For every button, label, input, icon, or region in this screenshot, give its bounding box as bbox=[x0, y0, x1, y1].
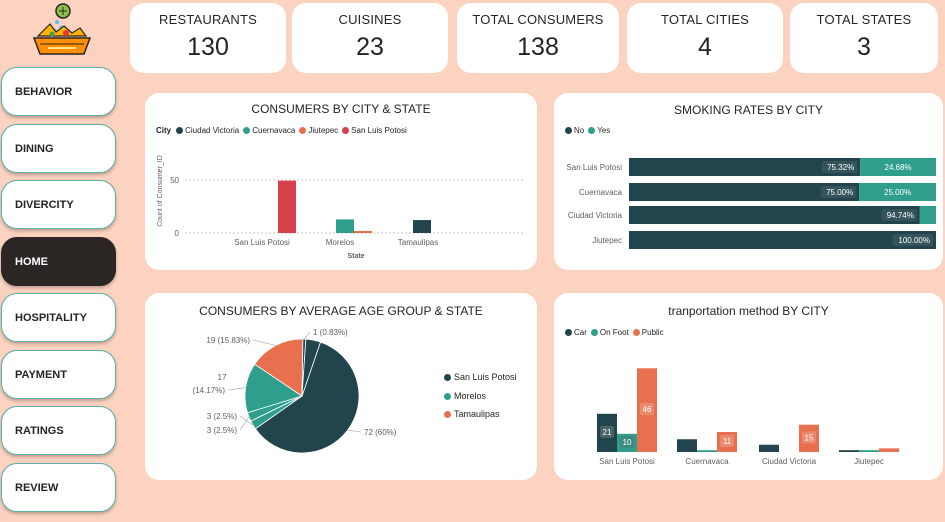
legend-item: Morelos bbox=[444, 391, 486, 401]
data-label: 94.74% bbox=[887, 211, 914, 220]
kpi-value: 138 bbox=[517, 33, 559, 61]
legend-label: Morelos bbox=[454, 391, 487, 401]
y-tick-label: Jiutepec bbox=[592, 236, 622, 245]
transport-bar-chart: San Luis Potosi 21 10 46 Cuernavaca 11 Ciudad … bbox=[597, 368, 899, 466]
nav-button-payment[interactable]: PAYMENT bbox=[1, 350, 116, 399]
bar-car[interactable] bbox=[759, 444, 779, 452]
data-label: 75.32% bbox=[827, 163, 854, 172]
bar-car[interactable] bbox=[839, 450, 859, 452]
kpi-label: CUISINES bbox=[338, 12, 402, 27]
nav-button-dining[interactable]: DINING bbox=[1, 124, 116, 173]
bar-on-foot[interactable] bbox=[859, 450, 879, 452]
x-tick-label: Cuernavaca bbox=[685, 457, 729, 466]
x-tick-label: Ciudad Victoria bbox=[762, 457, 817, 466]
leader-line bbox=[304, 331, 311, 340]
chart-card-age: CONSUMERS BY AVERAGE AGE GROUP & STATE 7… bbox=[145, 293, 537, 480]
nav-button-divercity[interactable]: DIVERCITY bbox=[1, 180, 116, 229]
y-tick-label: 0 bbox=[175, 229, 180, 238]
data-label: 15 bbox=[805, 433, 814, 442]
kpi-card-cuisines: CUISINES 23 bbox=[292, 3, 448, 73]
kpi-label: RESTAURANTS bbox=[158, 12, 258, 27]
data-label: 3 (2.5%) bbox=[207, 412, 238, 421]
legend-item: San Luis Potosi bbox=[444, 372, 517, 382]
nav-button-ratings[interactable]: RATINGS bbox=[1, 406, 116, 455]
data-label: 75.00% bbox=[826, 188, 853, 197]
legend-dot-morelos bbox=[444, 392, 451, 400]
x-tick-label: Tamaulipas bbox=[398, 238, 438, 247]
kpi-value: 3 bbox=[857, 33, 871, 61]
bar-no[interactable] bbox=[629, 231, 936, 249]
data-label: 100.00% bbox=[898, 236, 930, 245]
kpi-card-total-states: TOTAL STATES 3 bbox=[790, 3, 938, 73]
legend-label: Tamaulipas bbox=[454, 409, 500, 419]
nav-button-hospitality[interactable]: HOSPITALITY bbox=[1, 293, 116, 342]
chart-card-transport: tranportation method BY CITY Car On Foot… bbox=[554, 293, 943, 480]
nav-label: HOME bbox=[15, 255, 48, 268]
data-label: 25.00% bbox=[884, 188, 911, 197]
nav-label: REVIEW bbox=[15, 481, 59, 494]
bar-yes[interactable] bbox=[919, 206, 936, 224]
y-tick-label: 50 bbox=[170, 176, 179, 185]
y-tick-label: San Luis Potosi bbox=[566, 163, 622, 172]
x-tick-label: San Luis Potosi bbox=[234, 238, 290, 247]
data-label: 11 bbox=[723, 437, 732, 446]
data-label: 1 (0.83%) bbox=[313, 328, 348, 337]
bar-jiutepec[interactable] bbox=[354, 230, 372, 233]
kpi-label: TOTAL CONSUMERS bbox=[472, 12, 604, 27]
nav-label: DINING bbox=[15, 142, 54, 155]
data-label: 46 bbox=[643, 405, 652, 414]
bar-san-luis-potosi[interactable] bbox=[278, 180, 296, 233]
nav-label: RATINGS bbox=[15, 424, 64, 437]
legend-item: Tamaulipas bbox=[444, 409, 500, 419]
nav-label: DIVERCITY bbox=[15, 198, 74, 211]
data-label: 10 bbox=[623, 438, 632, 447]
kpi-card-total-cities: TOTAL CITIES 4 bbox=[627, 3, 783, 73]
nav-label: PAYMENT bbox=[15, 368, 67, 381]
data-label: (14.17%) bbox=[193, 386, 226, 395]
bar-on-foot[interactable] bbox=[697, 450, 717, 452]
data-label: 21 bbox=[603, 428, 612, 437]
legend-dot-tamaulipas bbox=[444, 410, 451, 418]
chart-card-city-state: CONSUMERS BY CITY & STATE City Ciudad Vi… bbox=[145, 93, 537, 270]
kpi-card-restaurants: RESTAURANTS 130 bbox=[130, 3, 286, 73]
nav-label: BEHAVIOR bbox=[15, 85, 73, 98]
smoking-bar-chart: San Luis Potosi 75.32% 24.68% Cuernavaca 75.… bbox=[566, 158, 936, 249]
x-tick-label: Jiutepec bbox=[854, 457, 884, 466]
leader-line bbox=[227, 387, 246, 391]
data-label: 24.68% bbox=[885, 163, 912, 172]
kpi-label: TOTAL CITIES bbox=[660, 12, 750, 27]
nav-button-home[interactable]: HOME bbox=[1, 237, 116, 286]
bar-ciudad-victoria[interactable] bbox=[413, 220, 431, 233]
x-tick-label: San Luis Potosi bbox=[599, 457, 655, 466]
city-state-bar-chart: Count of Consumer_ID State 50 0 San Luis… bbox=[157, 155, 525, 260]
y-axis-label: Count of Consumer_ID bbox=[157, 155, 164, 227]
bar-no[interactable] bbox=[629, 206, 920, 224]
data-label: 3 (2.5%) bbox=[207, 426, 238, 435]
bar-car[interactable] bbox=[677, 439, 697, 452]
chart-card-smoking: SMOKING RATES BY CITY No Yes San Luis Po… bbox=[554, 93, 943, 270]
leader-line bbox=[347, 429, 362, 433]
kpi-label: TOTAL STATES bbox=[816, 12, 912, 27]
x-tick-label: Morelos bbox=[326, 238, 354, 247]
legend-label: San Luis Potosi bbox=[454, 372, 517, 382]
bar-cuernavaca[interactable] bbox=[336, 219, 354, 233]
data-label: 17 bbox=[218, 373, 227, 382]
nav-label: HOSPITALITY bbox=[15, 311, 87, 324]
nav-button-review[interactable]: REVIEW bbox=[1, 463, 116, 512]
food-bowl-icon bbox=[26, 2, 98, 62]
x-axis-label: State bbox=[347, 253, 364, 260]
y-tick-label: Ciudad Victoria bbox=[568, 211, 623, 220]
kpi-value: 4 bbox=[698, 33, 712, 61]
nav-button-behavior[interactable]: BEHAVIOR bbox=[1, 67, 116, 116]
bar-public[interactable] bbox=[879, 448, 899, 452]
data-label: 72 (60%) bbox=[364, 428, 397, 437]
kpi-value: 130 bbox=[187, 33, 229, 61]
legend-dot-san-luis-potosi bbox=[444, 373, 451, 381]
kpi-value: 23 bbox=[356, 33, 384, 61]
kpi-card-total-consumers: TOTAL CONSUMERS 138 bbox=[457, 3, 619, 73]
leader-line bbox=[252, 339, 276, 346]
y-tick-label: Cuernavaca bbox=[579, 188, 623, 197]
data-label: 19 (15.83%) bbox=[206, 336, 250, 345]
age-pie-chart: 72 (60%) 3 (2.5%) 3 (2.5%) 17 (14.17%) 19 (15… bbox=[193, 328, 397, 454]
